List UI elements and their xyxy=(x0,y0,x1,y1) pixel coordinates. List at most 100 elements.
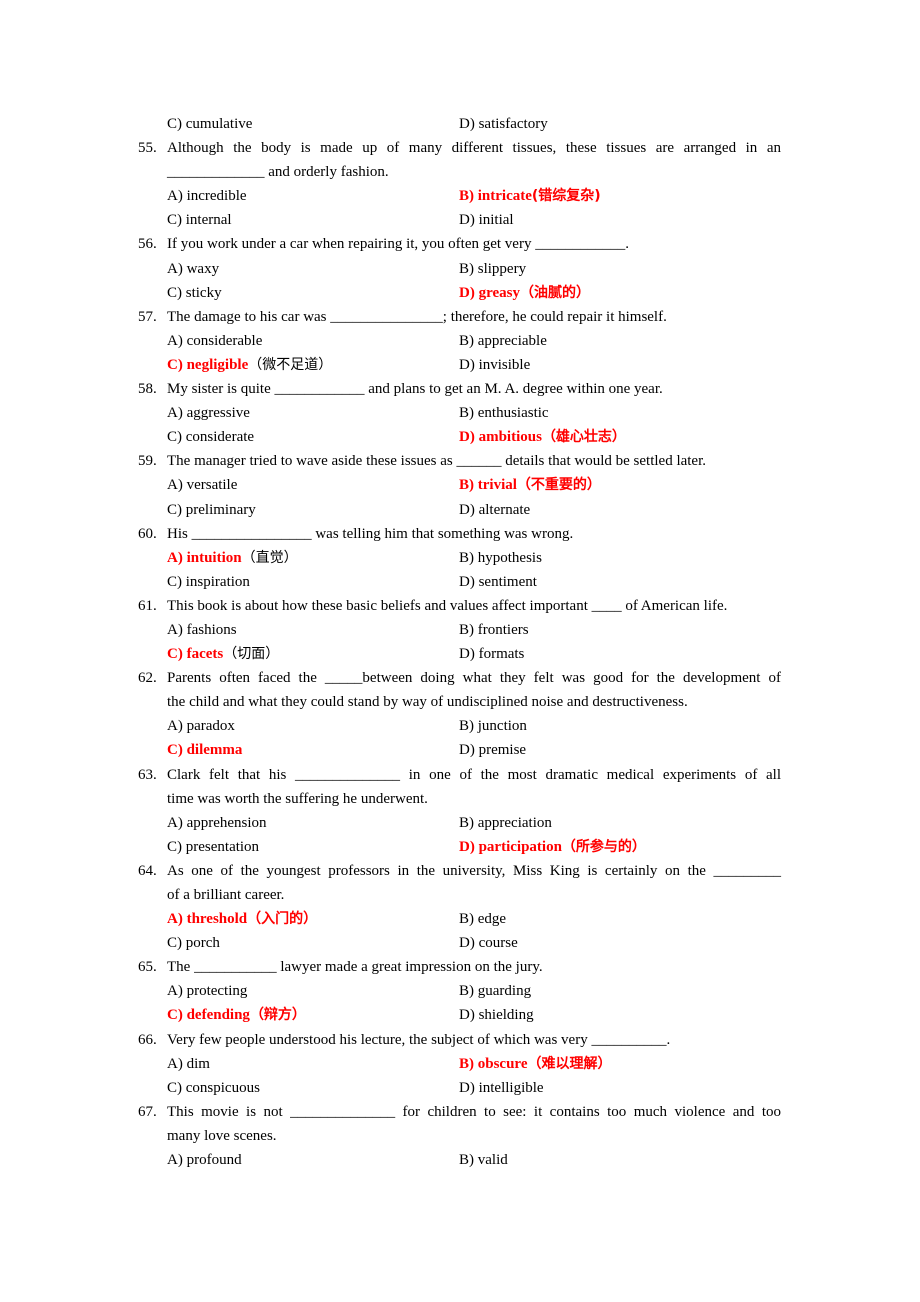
option-label: A) incredible xyxy=(167,188,247,205)
option: C) porch xyxy=(167,931,220,955)
option-label: B) guarding xyxy=(459,983,532,1000)
option: D) course xyxy=(459,931,518,955)
question-text: time was worth the suffering he underwen… xyxy=(167,790,428,807)
option: C) considerate xyxy=(167,425,254,449)
option-label: D) sentiment xyxy=(459,573,537,590)
option-label: C) conspicuous xyxy=(167,1079,260,1096)
option-label: C) preliminary xyxy=(167,501,256,518)
chinese-gloss: （辩方） xyxy=(249,1007,306,1024)
chinese-gloss: （所参与的） xyxy=(561,838,646,855)
answer-option: D) ambitious（雄心壮志） xyxy=(459,425,626,449)
question-text: Clark felt that his ______________ in on… xyxy=(167,766,781,783)
option-label: B) slippery xyxy=(459,260,527,277)
option-row: C) porch D) course xyxy=(0,931,920,955)
answer-option: B) trivial（不重要的） xyxy=(459,473,601,497)
option-row: C) cumulative D) satisfactory xyxy=(0,112,920,136)
option-label: A) profound xyxy=(167,1152,242,1169)
option-label: D) alternate xyxy=(459,501,531,518)
question-text: of a brilliant career. xyxy=(167,887,285,903)
option-row: C) inspiration D) sentiment xyxy=(0,570,920,594)
chinese-gloss: （直觉） xyxy=(241,549,298,566)
question-text: the child and what they could stand by w… xyxy=(167,694,688,711)
question-stem: 67. This movie is not ______________ for … xyxy=(0,1100,920,1124)
question-number: 62. xyxy=(138,670,157,687)
option: B) appreciation xyxy=(459,811,552,835)
question-number: 63. xyxy=(138,766,157,783)
option: A) waxy xyxy=(167,257,219,281)
option-label: C) inspiration xyxy=(167,573,250,590)
option: B) edge xyxy=(459,907,506,931)
option-row: C) dilemma D) premise xyxy=(0,738,920,762)
option-label: C) considerate xyxy=(167,429,255,446)
option-row: A) versatile B) trivial（不重要的） xyxy=(0,473,920,497)
option-label: A) versatile xyxy=(167,477,238,494)
option-row: A) profound B) valid xyxy=(0,1148,920,1172)
question-text: Parents often faced the _____between doi… xyxy=(167,670,781,687)
option-label: C) facets xyxy=(167,646,224,663)
option-row: A) paradox B) junction xyxy=(0,714,920,738)
question-number: 66. xyxy=(138,1031,157,1048)
chinese-gloss: （不重要的） xyxy=(516,477,601,494)
question-number: 55. xyxy=(138,140,157,157)
question-number: 57. xyxy=(138,308,157,325)
question-stem: 55. Although the body is made up of many … xyxy=(0,136,920,160)
option-label: D) initial xyxy=(459,212,514,229)
option-label: A) waxy xyxy=(167,260,220,277)
option-label: D) ambitious xyxy=(459,429,542,446)
question-text: If you work under a car when repairing i… xyxy=(167,236,629,253)
question-stem: 58. My sister is quite ____________ and p… xyxy=(0,377,920,401)
question-stem: 66. Very few people understood his lectur… xyxy=(0,1028,920,1052)
option-label: B) edge xyxy=(459,911,507,928)
option-label: B) frontiers xyxy=(459,621,529,638)
question-text: The damage to his car was ______________… xyxy=(167,308,667,325)
option: B) enthusiastic xyxy=(459,401,549,425)
option-label: D) satisfactory xyxy=(459,116,548,132)
question-text: The manager tried to wave aside these is… xyxy=(167,453,707,470)
question-text: _____________ and orderly fashion. xyxy=(167,164,389,181)
option-label: A) fashions xyxy=(167,621,237,638)
answer-option: C) dilemma xyxy=(167,738,242,762)
option-label: A) aggressive xyxy=(167,405,250,422)
answer-option: B) obscure（难以理解） xyxy=(459,1052,611,1076)
option: D) initial xyxy=(459,208,514,232)
question-text: Very few people understood his lecture, … xyxy=(167,1031,671,1048)
option: A) protecting xyxy=(167,979,247,1003)
option-row: C) facets（切面） D) formats xyxy=(0,642,920,666)
question-stem: 61. This book is about how these basic be… xyxy=(0,594,920,618)
option: A) incredible xyxy=(167,184,247,208)
option-label: B) enthusiastic xyxy=(459,405,549,422)
question-text: The ___________ lawyer made a great impr… xyxy=(167,959,543,976)
option-label: A) dim xyxy=(167,1055,210,1072)
option: A) paradox xyxy=(167,714,235,738)
option-label: B) valid xyxy=(459,1152,508,1169)
question-stem: 65. The ___________ lawyer made a great i… xyxy=(0,955,920,979)
option-row: C) negligible（微不足道） D) invisible xyxy=(0,353,920,377)
question-number: 56. xyxy=(138,236,157,253)
option: C) preliminary xyxy=(167,498,256,522)
option: C) internal xyxy=(167,208,232,232)
question-stem: 64. As one of the youngest professors in … xyxy=(0,859,920,883)
option-label: A) protecting xyxy=(167,983,248,1000)
option-label: D) shielding xyxy=(459,1007,534,1024)
answer-option: D) participation（所参与的） xyxy=(459,835,646,859)
chinese-gloss: （油腻的） xyxy=(519,284,590,301)
option: D) formats xyxy=(459,642,524,666)
answer-option: C) negligible（微不足道） xyxy=(167,353,332,377)
option: D) intelligible xyxy=(459,1076,544,1100)
option: B) hypothesis xyxy=(459,546,542,570)
option: B) frontiers xyxy=(459,618,529,642)
answer-option: C) defending（辩方） xyxy=(167,1003,306,1027)
option-label: C) cumulative xyxy=(167,116,253,132)
option-label: A) threshold xyxy=(167,911,248,928)
chinese-gloss: （微不足道） xyxy=(248,356,333,373)
question-text: This book is about how these basic belie… xyxy=(167,597,728,614)
option-label: C) dilemma xyxy=(167,742,243,759)
question-number: 64. xyxy=(138,862,157,879)
option: B) slippery xyxy=(459,257,526,281)
option: A) aggressive xyxy=(167,401,250,425)
option: D) shielding xyxy=(459,1003,534,1027)
option: B) junction xyxy=(459,714,527,738)
document-page: C) cumulative D) satisfactory 55. Although … xyxy=(0,112,920,1172)
question-text: Although the body is made up of many dif… xyxy=(167,140,781,157)
option-label: D) premise xyxy=(459,742,527,759)
